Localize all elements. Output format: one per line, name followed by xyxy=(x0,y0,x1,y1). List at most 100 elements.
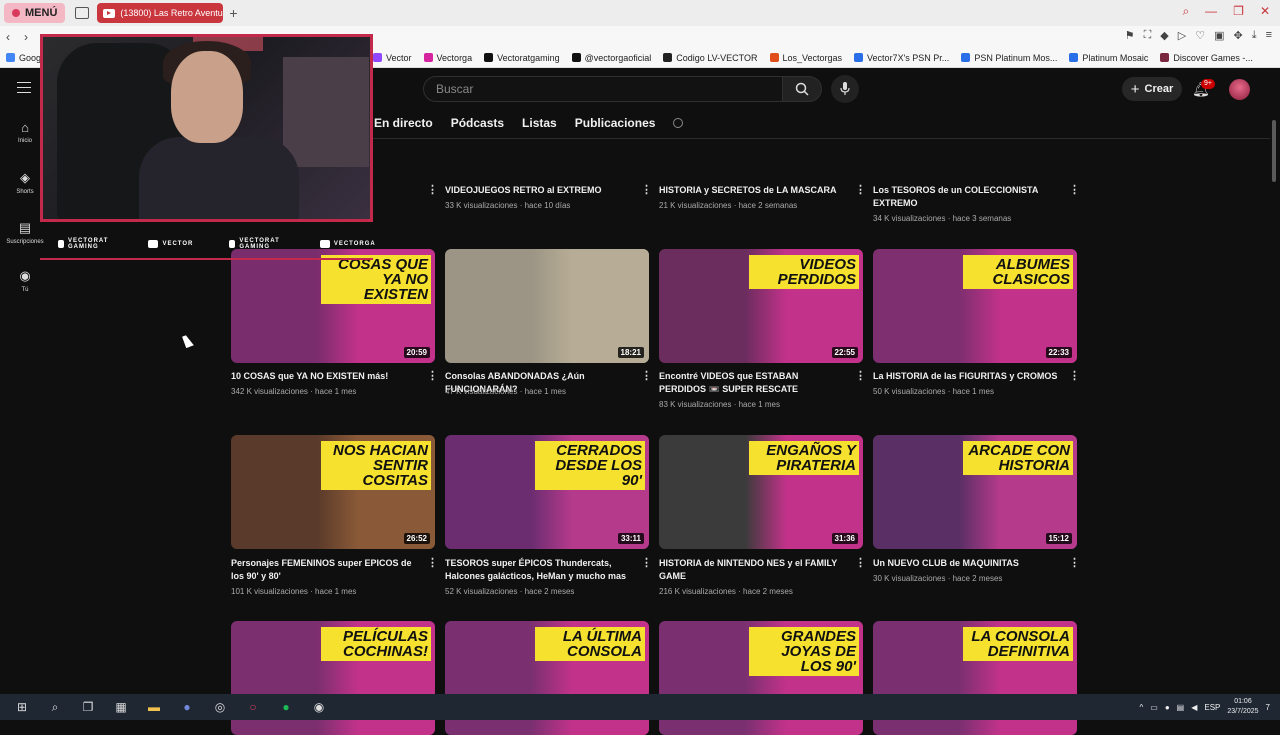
settings-icon[interactable]: ≡ xyxy=(1266,29,1272,42)
create-button[interactable]: + Crear xyxy=(1122,77,1182,101)
close-icon[interactable]: ✕ xyxy=(1260,4,1270,19)
system-tray: ^ ▭ ● ▤ ◀ ESP 01:06 23/7/2025 7 xyxy=(1139,694,1270,720)
video-title[interactable]: 10 COSAS que YA NO EXISTEN más! xyxy=(231,370,416,383)
clock-date: 23/7/2025 xyxy=(1227,708,1259,715)
avatar[interactable] xyxy=(1229,79,1250,100)
video-title[interactable]: La HISTORIA de las FIGURITAS y CROMOS xyxy=(873,370,1058,383)
video-thumbnail[interactable]: CENSORED 18:44 xyxy=(659,138,863,176)
windows-start-icon[interactable]: ⊞ xyxy=(11,698,33,716)
clock-time: 01:06 xyxy=(1234,698,1252,705)
notifications-badge: 9+ xyxy=(1201,79,1215,89)
video-title[interactable]: VIDEOJUEGOS RETRO al EXTREMO xyxy=(445,184,630,197)
notification-count[interactable]: 7 xyxy=(1266,703,1270,712)
more-options-icon[interactable]: ⋮ xyxy=(427,557,438,570)
app-icon[interactable]: ▦ xyxy=(110,698,132,716)
video-card[interactable]: NOS HACIAN SENTIR COSITAS 26:52 Personajes… xyxy=(231,435,438,597)
extension-icon[interactable]: ▣ xyxy=(1214,29,1224,42)
thumbnail-art xyxy=(959,138,1077,176)
video-thumbnail[interactable]: ENGAÑOS Y PIRATERIA 31:36 xyxy=(659,435,863,549)
duration-badge: 22:46 xyxy=(618,160,644,171)
chevron-up-icon[interactable]: ^ xyxy=(1139,703,1143,712)
video-thumbnail[interactable]: ARCADE CON HISTORIA 15:12 xyxy=(873,435,1077,549)
more-options-icon[interactable]: ⋮ xyxy=(427,184,438,197)
maximize-icon[interactable]: ❐ xyxy=(1233,4,1244,19)
heart-icon[interactable]: ♡ xyxy=(1195,29,1205,42)
social-instagram: VECTORGA xyxy=(319,240,376,248)
clock[interactable]: 01:06 23/7/2025 xyxy=(1227,697,1258,717)
microphone-icon[interactable]: ● xyxy=(1165,703,1170,712)
more-options-icon[interactable]: ⋮ xyxy=(641,557,652,570)
video-card[interactable]: ENGAÑOS Y PIRATERIA 31:36 HISTORIA de NINT… xyxy=(659,435,866,597)
video-card[interactable]: ARCADE CON HISTORIA 15:12 Un NUEVO CLUB de… xyxy=(873,435,1080,597)
video-card[interactable]: VIDEOS PERDIDOS 22:55 Encontré VIDEOS que … xyxy=(659,249,866,410)
play-icon[interactable]: ▷ xyxy=(1178,29,1186,42)
download-icon[interactable]: ⤓ xyxy=(1252,29,1257,42)
video-thumbnail[interactable]: CERRADOS DESDE LOS 90' 33:11 xyxy=(445,435,649,549)
back-icon[interactable]: ‹ xyxy=(6,30,10,44)
video-thumbnail[interactable]: 24:33 xyxy=(873,138,1077,176)
more-options-icon[interactable]: ⋮ xyxy=(855,557,866,570)
video-meta: 52 K visualizaciones · hace 2 meses xyxy=(445,587,575,596)
video-title[interactable]: Personajes FEMENINOS super EPICOS de los… xyxy=(231,557,416,583)
opera-menu-button[interactable]: MENÚ xyxy=(4,3,66,23)
video-thumbnail[interactable]: NOS HACIAN SENTIR COSITAS 26:52 xyxy=(231,435,435,549)
more-options-icon[interactable]: ⋮ xyxy=(1069,184,1080,197)
thumbnail-text: PELÍCULAS COCHINAS! xyxy=(321,627,431,661)
minimize-icon[interactable]: — xyxy=(1205,4,1217,19)
video-title[interactable]: Un NUEVO CLUB de MAQUINITAS xyxy=(873,557,1058,570)
battery-icon[interactable]: ▭ xyxy=(1150,703,1158,712)
spotify-icon[interactable]: ● xyxy=(275,698,297,716)
video-card[interactable]: ALBUMES CLASICOS 22:33 La HISTORIA de las … xyxy=(873,249,1080,410)
bookmark-item[interactable]: Discover Games -... xyxy=(1160,53,1253,63)
more-options-icon[interactable]: ⋮ xyxy=(641,370,652,383)
scrollbar[interactable] xyxy=(1272,120,1276,182)
task-view-icon[interactable]: ❐ xyxy=(77,698,99,716)
opera-icon[interactable]: ○ xyxy=(242,698,264,716)
steam-icon[interactable]: ◎ xyxy=(209,698,231,716)
webcam-overlay xyxy=(40,34,373,222)
language-indicator[interactable]: ESP xyxy=(1204,703,1220,712)
video-thumbnail[interactable]: COSAS QUE YA NO EXISTEN 20:59 xyxy=(231,249,435,363)
video-thumbnail[interactable]: ALBUMES CLASICOS 22:33 xyxy=(873,249,1077,363)
obs-icon[interactable]: ◉ xyxy=(308,698,330,716)
thumbnail-art xyxy=(745,138,863,176)
network-icon[interactable]: ▤ xyxy=(1177,703,1185,712)
video-thumbnail[interactable]: 22:46 xyxy=(445,138,649,176)
discord-icon[interactable]: ● xyxy=(176,698,198,716)
video-card[interactable]: 18:21 Consolas ABANDONADAS ¿Aún FUNCIONAR… xyxy=(445,249,652,410)
volume-icon[interactable]: ◀ xyxy=(1191,703,1197,712)
thumbnail-art xyxy=(530,249,649,363)
tab-youtube[interactable]: (13800) Las Retro Aventu xyxy=(97,3,224,23)
more-options-icon[interactable]: ⋮ xyxy=(1069,370,1080,383)
snapshot-icon[interactable]: ⛶ xyxy=(1144,29,1152,42)
duration-badge: 20:59 xyxy=(403,347,430,358)
guide-item-tu[interactable]: ◉ Tú xyxy=(0,268,50,293)
video-thumbnail[interactable]: 18:21 xyxy=(445,249,649,363)
video-card[interactable]: COSAS QUE YA NO EXISTEN 20:59 10 COSAS que… xyxy=(231,249,438,410)
more-options-icon[interactable]: ⋮ xyxy=(427,370,438,383)
video-title[interactable]: Encontré VIDEOS que ESTABAN PERDIDOS 📼 S… xyxy=(659,370,844,396)
more-options-icon[interactable]: ⋮ xyxy=(1069,557,1080,570)
menu-icon[interactable] xyxy=(17,82,31,93)
bookmark-item[interactable]: Goog xyxy=(6,53,41,63)
shield-icon[interactable]: ◆ xyxy=(1160,29,1168,42)
video-card[interactable]: CERRADOS DESDE LOS 90' 33:11 TESOROS super… xyxy=(445,435,652,597)
more-options-icon[interactable]: ⋮ xyxy=(641,184,652,197)
video-thumbnail[interactable]: VIDEOS PERDIDOS 22:55 xyxy=(659,249,863,363)
puzzle-icon[interactable]: ✥ xyxy=(1233,29,1242,42)
more-options-icon[interactable]: ⋮ xyxy=(855,184,866,197)
guide-label: Suscripciones xyxy=(6,239,44,245)
tab-islands-icon[interactable] xyxy=(75,7,90,19)
duration-badge: 24:33 xyxy=(1046,160,1072,171)
file-explorer-icon[interactable]: ▬ xyxy=(143,698,165,716)
video-title[interactable]: TESOROS super ÉPICOS Thundercats, Halcon… xyxy=(445,557,630,583)
bookmark-icon[interactable]: ⚑ xyxy=(1125,29,1135,42)
video-title[interactable]: Los TESOROS de un COLECCIONISTA EXTREMO xyxy=(873,184,1058,210)
more-options-icon[interactable]: ⋮ xyxy=(855,370,866,383)
video-meta: 30 K visualizaciones · hace 2 meses xyxy=(873,574,1003,583)
forward-icon[interactable]: › xyxy=(24,30,28,44)
search-icon[interactable]: ⌕ xyxy=(44,698,66,716)
video-title[interactable]: HISTORIA de NINTENDO NES y el FAMILY GAM… xyxy=(659,557,844,583)
video-title[interactable]: HISTORIA y SECRETOS de LA MASCARA xyxy=(659,184,844,197)
search-tabs-icon[interactable]: ⌕ xyxy=(1182,4,1189,19)
